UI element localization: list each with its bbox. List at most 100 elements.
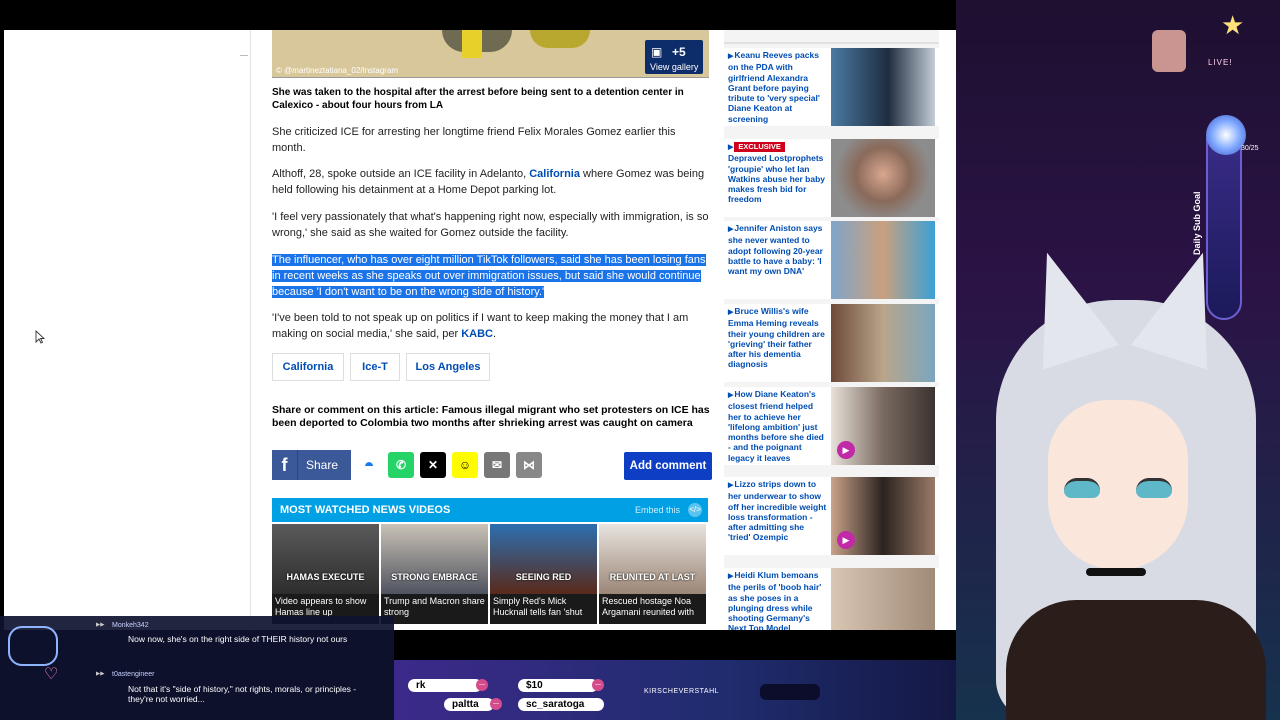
facebook-icon: f bbox=[272, 450, 298, 480]
tag-california[interactable]: California bbox=[272, 353, 344, 381]
heart-icon: ♡ bbox=[44, 666, 59, 683]
dot-icon: — bbox=[592, 679, 604, 691]
camera-icon: ▣ bbox=[651, 45, 663, 59]
rail-item-text[interactable]: ▶Bruce Willis's wife Emma Heming reveals… bbox=[728, 306, 828, 370]
messenger-icon[interactable]: ◓ bbox=[356, 452, 382, 478]
share-toolbar: f Share ◓ ✆ ✕ ☺ ✉ ⋈ Add comment bbox=[272, 450, 712, 480]
avatar-body bbox=[1006, 600, 1266, 720]
cat-icon bbox=[8, 626, 58, 666]
share-heading: Share or comment on this article: Famous… bbox=[272, 404, 710, 429]
sidebar-news-rail: ▶ Keanu Reeves packs on the PDA with girl… bbox=[724, 30, 939, 630]
arrow-icon: ▶ bbox=[728, 482, 734, 489]
image-caption: She was taken to the hospital after the … bbox=[272, 87, 684, 111]
alert-badge bbox=[760, 684, 820, 700]
rail-item-text[interactable]: ▶How Diane Keaton's closest friend helpe… bbox=[728, 389, 828, 463]
snapchat-icon[interactable]: ☺ bbox=[452, 452, 478, 478]
rail-headline[interactable]: Heidi Klum bemoans the perils of 'boob h… bbox=[728, 570, 821, 630]
chat-username: Monkeh342 bbox=[96, 622, 149, 629]
alert-name: paltta bbox=[444, 698, 494, 711]
add-comment-button[interactable]: Add comment bbox=[624, 452, 712, 480]
text: Althoff, 28, spoke outside an ICE facili… bbox=[272, 168, 530, 180]
rail-item[interactable]: ▶Bruce Willis's wife Emma Heming reveals… bbox=[724, 304, 939, 382]
text: . bbox=[492, 328, 497, 340]
orb-decoration bbox=[1206, 115, 1246, 155]
chat-username: t0astengineer bbox=[96, 671, 154, 678]
california-link[interactable]: California bbox=[529, 168, 580, 180]
arrow-icon: ▶ bbox=[728, 226, 734, 233]
mouse-cursor-icon bbox=[35, 330, 45, 344]
lantern-decoration bbox=[1152, 30, 1186, 72]
paragraph: Althoff, 28, spoke outside an ICE facili… bbox=[272, 166, 712, 198]
arrow-icon: ▶ bbox=[728, 309, 734, 316]
play-icon[interactable]: ▶ bbox=[837, 531, 855, 549]
highlighted-paragraph[interactable]: The influencer, who has over eight milli… bbox=[272, 252, 712, 300]
rail-thumbnail[interactable]: ▶ bbox=[831, 387, 935, 465]
facebook-share-button[interactable]: f Share bbox=[272, 450, 351, 480]
rail-item[interactable]: ▶Heidi Klum bemoans the perils of 'boob … bbox=[724, 568, 939, 630]
video-overlay: REUNITED AT LAST bbox=[609, 572, 696, 582]
rail-thumbnail[interactable] bbox=[831, 221, 935, 299]
avatar-eye bbox=[1064, 478, 1100, 498]
rail-item[interactable]: ▶Jennifer Aniston says she never wanted … bbox=[724, 221, 939, 299]
tag-ice-t[interactable]: Ice-T bbox=[350, 353, 400, 381]
video-card[interactable]: STRONG EMBRACE Trump and Macron share st… bbox=[381, 524, 488, 624]
arrow-icon: ▶ bbox=[728, 573, 734, 580]
rail-headline[interactable]: Bruce Willis's wife Emma Heming reveals … bbox=[728, 306, 825, 369]
tag-los-angeles[interactable]: Los Angeles bbox=[406, 353, 490, 381]
rail-thumbnail[interactable] bbox=[831, 48, 935, 126]
rail-item-text[interactable]: ▶Lizzo strips down to her underwear to s… bbox=[728, 479, 828, 543]
embed-icon[interactable]: </> bbox=[688, 503, 702, 517]
video-card[interactable]: HAMAS EXECUTE Video appears to show Hama… bbox=[272, 524, 379, 624]
gallery-count: +5 bbox=[672, 45, 686, 59]
view-gallery-button[interactable]: ▣ +5 View gallery bbox=[645, 40, 703, 74]
alert-name: sc_saratoga bbox=[518, 698, 604, 711]
paragraph: 'I've been told to not speak up on polit… bbox=[272, 310, 712, 342]
rail-item[interactable]: ▶Keanu Reeves packs on the PDA with girl… bbox=[724, 48, 939, 126]
alert-amount: $10 bbox=[518, 679, 598, 692]
whatsapp-icon[interactable]: ✆ bbox=[388, 452, 414, 478]
alert-name: KIRSCHEVERSTAHL bbox=[644, 688, 720, 695]
video-caption: Rescued hostage Noa Argamani reunited wi… bbox=[599, 594, 706, 624]
share-more-icon[interactable]: ⋈ bbox=[516, 452, 542, 478]
play-icon[interactable]: ▶ bbox=[837, 441, 855, 459]
rail-thumbnail[interactable] bbox=[831, 568, 935, 630]
arrow-icon: ▶ bbox=[728, 392, 734, 399]
dot-icon: — bbox=[490, 698, 502, 710]
avatar-choker bbox=[1086, 568, 1146, 576]
page-divider-dash bbox=[240, 55, 248, 56]
chat-message: Now now, she's on the right side of THEI… bbox=[128, 634, 348, 644]
hero-image[interactable]: © @martineztatiana_02/Instagram ▣ +5 Vie… bbox=[272, 30, 709, 78]
video-card[interactable]: REUNITED AT LAST Rescued hostage Noa Arg… bbox=[599, 524, 706, 624]
rail-headline[interactable]: How Diane Keaton's closest friend helped… bbox=[728, 389, 824, 463]
rail-item-text[interactable]: ▶Jennifer Aniston says she never wanted … bbox=[728, 223, 828, 276]
rail-item[interactable]: ▶Lizzo strips down to her underwear to s… bbox=[724, 477, 939, 555]
email-icon[interactable]: ✉ bbox=[484, 452, 510, 478]
rail-thumbnail[interactable]: ▶ bbox=[831, 477, 935, 555]
rail-item[interactable]: ▶How Diane Keaton's closest friend helpe… bbox=[724, 387, 939, 465]
kabc-link[interactable]: KABC bbox=[461, 328, 493, 340]
video-caption: Simply Red's Mick Hucknall tells fan 'sh… bbox=[490, 594, 597, 624]
rail-item-text[interactable]: ▶Heidi Klum bemoans the perils of 'boob … bbox=[728, 570, 828, 630]
rail-headline[interactable]: Depraved Lostprophets 'groupie' who let … bbox=[728, 153, 825, 204]
sub-goal-count: 30/25 bbox=[1241, 145, 1259, 152]
selected-text[interactable]: The influencer, who has over eight milli… bbox=[272, 254, 706, 298]
rail-item-text[interactable]: ▶ EXCLUSIVE Depraved Lostprophets 'groupie… bbox=[728, 141, 828, 205]
embed-link[interactable]: Embed this bbox=[635, 498, 680, 522]
dot-icon: — bbox=[476, 679, 488, 691]
stream-avatar-scene: ★ LIVE! 30/25 Daily Sub Goal bbox=[956, 0, 1280, 720]
chat-message: Not that it's "side of history," not rig… bbox=[128, 684, 357, 704]
rail-item-text[interactable]: ▶Keanu Reeves packs on the PDA with girl… bbox=[728, 50, 828, 124]
video-card[interactable]: SEEING RED Simply Red's Mick Hucknall te… bbox=[490, 524, 597, 624]
rail-headline[interactable]: Jennifer Aniston says she never wanted t… bbox=[728, 223, 823, 276]
rail-item[interactable]: ▶ EXCLUSIVE Depraved Lostprophets 'groupie… bbox=[724, 139, 939, 217]
rail-headline[interactable]: Keanu Reeves packs on the PDA with girlf… bbox=[728, 50, 820, 124]
x-icon[interactable]: ✕ bbox=[420, 452, 446, 478]
stream-chat: ♡ bbox=[0, 616, 394, 720]
alert-name: rk bbox=[408, 679, 482, 692]
sub-goal-label: Daily Sub Goal bbox=[1192, 191, 1202, 255]
rail-headline[interactable]: Lizzo strips down to her underwear to sh… bbox=[728, 479, 826, 542]
image-credit: © @martineztatiana_02/Instagram bbox=[276, 66, 399, 75]
rail-thumbnail[interactable] bbox=[831, 139, 935, 217]
rail-thumbnail[interactable] bbox=[831, 304, 935, 382]
video-overlay: SEEING RED bbox=[515, 572, 572, 582]
